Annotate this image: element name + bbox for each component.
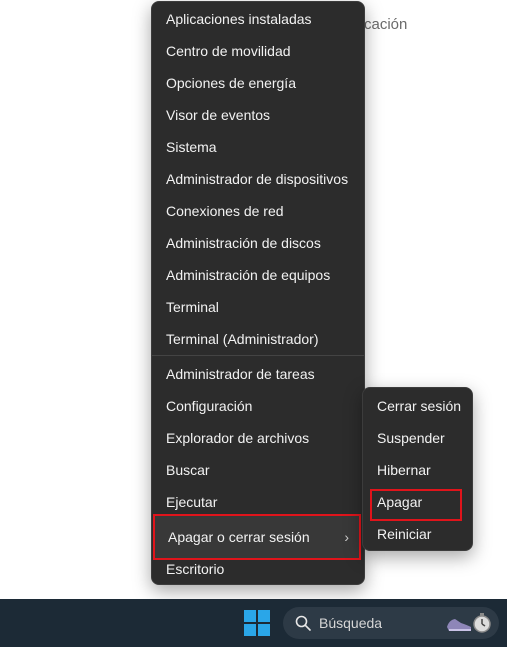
search-icon [295, 615, 311, 631]
menu-item-installed-apps[interactable]: Aplicaciones instaladas [166, 5, 312, 33]
menu-item-disk-management[interactable]: Administración de discos [166, 229, 321, 257]
menu-item-file-explorer[interactable]: Explorador de archivos [166, 424, 309, 452]
menu-item-computer-management[interactable]: Administración de equipos [166, 261, 330, 289]
menu-item-run[interactable]: Ejecutar [166, 488, 217, 516]
menu-item-system[interactable]: Sistema [166, 133, 217, 161]
submenu-item-hibernate[interactable]: Hibernar [377, 456, 431, 484]
taskbar-search-box[interactable]: Búsqueda [283, 607, 499, 639]
menu-item-desktop[interactable]: Escritorio [166, 555, 224, 583]
menu-item-event-viewer[interactable]: Visor de eventos [166, 101, 270, 129]
shoe-timer-icon[interactable] [445, 611, 493, 635]
menu-item-settings[interactable]: Configuración [166, 392, 252, 420]
taskbar: Búsqueda [0, 599, 507, 647]
chevron-right-icon: › [344, 529, 349, 545]
winx-context-menu: Aplicaciones instaladas Centro de movili… [151, 1, 365, 585]
menu-item-mobility-center[interactable]: Centro de movilidad [166, 37, 291, 65]
menu-item-network-connections[interactable]: Conexiones de red [166, 197, 284, 225]
menu-separator [152, 355, 364, 356]
menu-item-shutdown-signout-label: Apagar o cerrar sesión [168, 529, 310, 545]
submenu-item-sign-out[interactable]: Cerrar sesión [377, 392, 461, 420]
submenu-item-sleep[interactable]: Suspender [377, 424, 445, 452]
menu-item-shutdown-signout[interactable]: Apagar o cerrar sesión › [153, 514, 361, 560]
windows-logo-icon[interactable] [244, 610, 270, 636]
background-window-text: cación [364, 16, 408, 33]
menu-item-task-manager[interactable]: Administrador de tareas [166, 360, 315, 388]
submenu-item-restart[interactable]: Reiniciar [377, 520, 431, 548]
menu-item-terminal[interactable]: Terminal [166, 293, 219, 321]
menu-item-terminal-admin[interactable]: Terminal (Administrador) [166, 325, 318, 353]
menu-item-power-options[interactable]: Opciones de energía [166, 69, 296, 97]
menu-item-device-manager[interactable]: Administrador de dispositivos [166, 165, 348, 193]
shutdown-submenu: Cerrar sesión Suspender Hibernar Apagar … [362, 387, 473, 551]
menu-item-search[interactable]: Buscar [166, 456, 210, 484]
search-placeholder: Búsqueda [319, 615, 383, 631]
submenu-item-shut-down[interactable]: Apagar [377, 488, 422, 516]
